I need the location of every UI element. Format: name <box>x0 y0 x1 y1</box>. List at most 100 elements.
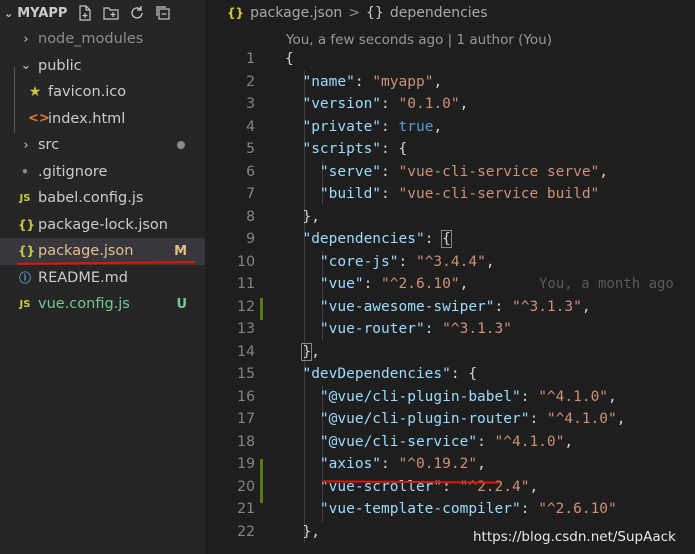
chevron-down-icon: ⌄ <box>20 58 32 74</box>
code-line: 4 "private": true, <box>205 116 695 139</box>
code-area[interactable]: 1{ 2 "name": "myapp", 3 "version": "0.1.… <box>205 48 695 543</box>
code-line: 14 }, <box>205 341 695 364</box>
code-line: 1{ <box>205 48 695 71</box>
code-text: "core-js": "^3.4.4", <box>319 253 495 270</box>
code-line: 8 }, <box>205 206 695 229</box>
json-icon: {} <box>227 6 245 20</box>
tree-item-favicon[interactable]: ★ favicon.ico <box>0 79 205 106</box>
code-text: { <box>285 51 294 68</box>
line-number: 8 <box>246 208 255 225</box>
code-line: 7 "build": "vue-cli-service build" <box>205 183 695 206</box>
code-line: 13 "vue-router": "^3.1.3" <box>205 318 695 341</box>
tree-item-label: babel.config.js <box>38 190 144 207</box>
tree-item-node-modules[interactable]: › node_modules <box>0 26 205 53</box>
js-icon: JS <box>19 298 31 310</box>
git-status-badge: M <box>174 243 187 259</box>
tree-item-label: package.json <box>38 243 134 260</box>
tree-item-label: .gitignore <box>38 163 108 180</box>
git-icon: • <box>21 164 29 179</box>
tree-item-public[interactable]: ⌄ public <box>0 53 205 80</box>
code-text: }, <box>285 523 320 540</box>
new-folder-icon[interactable] <box>102 4 120 22</box>
tree-item-package-lock[interactable]: {} package-lock.json <box>0 212 205 239</box>
code-text: "scripts": { <box>302 141 408 158</box>
code-text: "@vue/cli-plugin-router": "^4.1.0", <box>319 411 626 428</box>
tree-item-label: favicon.ico <box>48 84 127 101</box>
tree-item-vue-config[interactable]: JS vue.config.js U <box>0 291 205 318</box>
line-number: 11 <box>237 276 255 293</box>
code-line: 10 "core-js": "^3.4.4", <box>205 251 695 274</box>
editor-pane[interactable]: {} package.json > {} dependencies You, a… <box>205 0 695 554</box>
chevron-down-icon: ⌄ <box>4 7 14 20</box>
tree-item-src[interactable]: › src <box>0 132 205 159</box>
line-number: 3 <box>246 96 255 113</box>
refresh-icon[interactable] <box>128 4 146 22</box>
code-line: 6 "serve": "vue-cli-service serve", <box>205 161 695 184</box>
explorer-sidebar: ⌄ MYAPP › node_modules ⌄ public ★ favico… <box>0 0 205 554</box>
code-text: "vue": "^2.6.10", <box>319 276 469 293</box>
tree-item-label: node_modules <box>38 31 144 48</box>
breadcrumb-separator: > <box>348 5 361 21</box>
workspace-title[interactable]: ⌄ MYAPP <box>4 6 67 21</box>
workspace-name: MYAPP <box>17 6 68 21</box>
line-number: 20 <box>237 478 255 495</box>
info-icon: ⓘ <box>18 271 31 286</box>
tree-item-label: index.html <box>48 110 126 127</box>
code-text: }, <box>301 342 320 361</box>
line-number: 4 <box>246 118 255 135</box>
breadcrumb: {} package.json > {} dependencies <box>227 5 488 21</box>
new-file-icon[interactable] <box>76 4 94 22</box>
tree-item-label: README.md <box>38 269 128 286</box>
line-number: 6 <box>246 163 255 180</box>
code-text: "build": "vue-cli-service build" <box>319 186 600 203</box>
code-text: "@vue/cli-service": "^4.1.0", <box>319 433 574 450</box>
breadcrumb-file[interactable]: package.json <box>250 5 342 21</box>
tree-item-babel-config[interactable]: JS babel.config.js <box>0 185 205 212</box>
code-line: 18 "@vue/cli-service": "^4.1.0", <box>205 431 695 454</box>
code-line: 3 "version": "0.1.0", <box>205 93 695 116</box>
collapse-all-icon[interactable] <box>154 4 172 22</box>
code-text: "vue-awesome-swiper": "^3.1.3", <box>319 298 591 315</box>
json-icon: {} <box>18 217 36 232</box>
code-text: "vue-template-compiler": "^2.6.10" <box>319 501 617 518</box>
tree-item-label: public <box>38 57 82 74</box>
line-number: 7 <box>246 186 255 203</box>
line-number: 14 <box>237 343 255 360</box>
file-tree: › node_modules ⌄ public ★ favicon.ico <>… <box>0 26 205 318</box>
line-number: 13 <box>237 321 255 338</box>
code-line: 9 "dependencies": { <box>205 228 695 251</box>
code-line: 5 "scripts": { <box>205 138 695 161</box>
line-number: 1 <box>246 51 255 68</box>
chevron-right-icon: › <box>23 31 29 47</box>
tree-item-label: src <box>38 137 60 154</box>
line-number: 5 <box>246 141 255 158</box>
git-status-badge: U <box>176 296 187 312</box>
line-number: 16 <box>237 388 255 405</box>
html-icon: <> <box>28 111 50 127</box>
star-icon: ★ <box>28 84 42 101</box>
line-number: 2 <box>246 73 255 90</box>
code-text: }, <box>285 208 320 225</box>
code-line: 19 "axios": "^0.19.2", <box>205 453 695 476</box>
code-line: 16 "@vue/cli-plugin-babel": "^4.1.0", <box>205 386 695 409</box>
code-line: 21 "vue-template-compiler": "^2.6.10" <box>205 498 695 521</box>
tree-item-gitignore[interactable]: • .gitignore <box>0 159 205 186</box>
explorer-actions <box>76 4 172 22</box>
code-text: "private": true, <box>302 118 443 135</box>
tree-item-index-html[interactable]: <> index.html <box>0 106 205 133</box>
tree-item-readme[interactable]: ⓘ README.md <box>0 265 205 292</box>
modified-dot-icon <box>177 141 185 149</box>
object-icon: {} <box>366 5 384 21</box>
line-number: 21 <box>237 501 255 518</box>
code-line: 20 "vue-scroller": "^2.2.4", <box>205 476 695 499</box>
breadcrumb-symbol[interactable]: dependencies <box>390 5 488 21</box>
tree-item-label: vue.config.js <box>38 296 130 313</box>
line-number: 9 <box>246 231 255 248</box>
tree-item-label: package-lock.json <box>38 216 168 233</box>
chevron-right-icon: › <box>23 137 29 153</box>
code-text: "name": "myapp", <box>302 73 443 90</box>
git-blame-annotation: You, a month ago <box>539 276 674 293</box>
line-number: 15 <box>237 366 255 383</box>
code-line: 17 "@vue/cli-plugin-router": "^4.1.0", <box>205 408 695 431</box>
git-codelens[interactable]: You, a few seconds ago | 1 author (You) <box>286 32 552 48</box>
